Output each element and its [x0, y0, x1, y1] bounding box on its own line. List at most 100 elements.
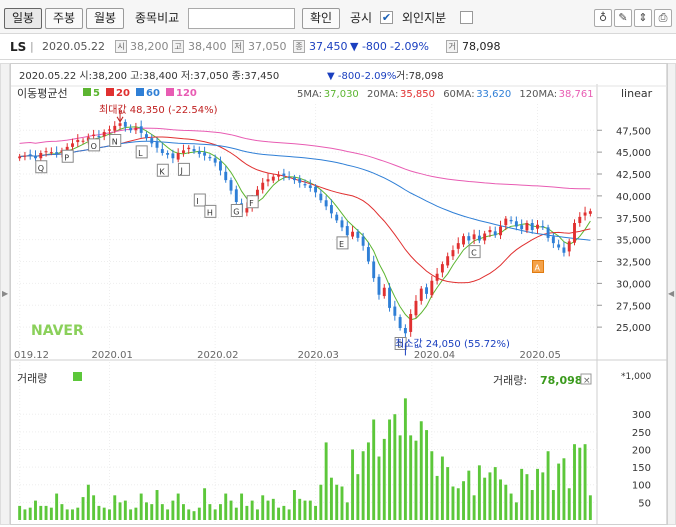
volume-bar	[55, 493, 59, 520]
volume-bar	[493, 467, 497, 520]
price-tick-label: 32,500	[616, 258, 651, 269]
volume-bar	[340, 486, 344, 520]
candle-body	[28, 154, 32, 156]
candle-body	[393, 306, 397, 316]
volume-bar	[81, 497, 85, 520]
volume-legend-swatch	[73, 372, 82, 381]
candle-body	[197, 151, 201, 154]
price-tick-label: 30,000	[616, 279, 651, 290]
change-pct: -2.09%	[390, 40, 429, 53]
open-icon: 시	[115, 40, 127, 53]
volume-bar	[261, 495, 265, 520]
volume-bar	[319, 484, 323, 520]
candle-body	[541, 226, 545, 228]
volume-bar	[483, 477, 487, 520]
volume-bar	[398, 435, 402, 520]
print-icon[interactable]: ⎙	[654, 9, 672, 27]
date-axis: 019.12 2020.01 2020.02 2020.03 2020.04 2020.0…	[14, 350, 561, 361]
candle-body	[499, 226, 502, 236]
chart-canvas[interactable]: QPO NLK JIH GFEDCA 25,00027,50030,00032,500…	[11, 64, 667, 524]
volume-bar	[255, 509, 259, 520]
volume-bar	[551, 490, 555, 520]
candle-body	[266, 179, 270, 182]
pattern-marker-label: E	[339, 240, 344, 249]
low-value: 37,050	[248, 40, 287, 53]
volume-bar	[514, 502, 518, 520]
candle-body	[166, 153, 170, 155]
candle-body	[160, 149, 164, 153]
candle-body	[451, 250, 455, 257]
volume-bar	[271, 498, 275, 520]
volume-bar	[292, 490, 296, 520]
ma-legend-label: 20	[116, 88, 130, 99]
volume-bar	[134, 507, 138, 520]
candle-body	[340, 220, 344, 228]
disclosure-checkbox[interactable]: ✔	[380, 11, 393, 24]
lightbulb-icon[interactable]: ♁	[594, 9, 612, 27]
volume-bar	[372, 419, 376, 520]
min-annotation: 최소값 24,050 (55.72%)	[395, 338, 510, 350]
candle-body	[514, 221, 518, 227]
price-tick-label: 40,000	[616, 192, 651, 203]
volume-bar	[361, 451, 365, 520]
candle-body	[23, 155, 27, 157]
volume-tick-label: 150	[632, 463, 651, 474]
volume-bar	[250, 500, 254, 520]
candle-body	[229, 180, 233, 191]
volume-bar	[298, 498, 302, 520]
volume-bar	[155, 490, 159, 520]
candle-body	[562, 247, 566, 253]
volume-bar	[166, 509, 170, 520]
candle-body	[155, 142, 159, 148]
week-candle-button[interactable]: 주봉	[45, 8, 83, 29]
candle-body	[398, 317, 402, 328]
volume-bar	[419, 421, 423, 520]
cursor-icon[interactable]: ⇕	[634, 9, 652, 27]
volume-bar	[113, 495, 117, 520]
chart-header-line: 2020.05.22 시:38,200 고:38,400 저:37,050 종:…	[19, 70, 279, 82]
ma-legend-swatch	[136, 88, 144, 96]
volume-bar	[240, 493, 244, 520]
candle-body	[203, 152, 207, 156]
candle-body	[34, 156, 37, 159]
volume-bar	[123, 500, 127, 520]
candle-body	[483, 233, 487, 241]
candle-body	[81, 140, 85, 142]
volume-bar	[456, 488, 460, 520]
date-tick-label: 2020.05	[520, 350, 561, 361]
date-tick-label: 2020.03	[298, 350, 339, 361]
volume-bar	[314, 505, 318, 520]
ma-legend-label: 5	[93, 88, 100, 99]
volume-bar	[488, 472, 492, 520]
left-scroll-handle[interactable]: ▶	[0, 63, 10, 525]
volume-bar	[388, 419, 392, 520]
volume-bar	[192, 511, 196, 520]
volume-bar	[440, 456, 444, 520]
day-candle-button[interactable]: 일봉	[4, 8, 42, 29]
volume-bar	[187, 509, 191, 520]
candle-body	[292, 177, 296, 181]
candle-body	[298, 178, 302, 183]
foreign-checkbox[interactable]	[460, 11, 473, 24]
scale-label[interactable]: linear	[621, 87, 653, 100]
ma-values: 5MA: 37,030 20MA: 35,850 60MA: 33,620 120MA: 38…	[297, 89, 594, 100]
candle-body	[557, 244, 561, 248]
date-tick-label: 2020.02	[197, 350, 238, 361]
volume-bar	[224, 493, 228, 520]
candle-body	[435, 273, 439, 281]
candle-body	[525, 223, 529, 231]
candle-body	[218, 161, 222, 171]
pen-icon[interactable]: ✎	[614, 9, 632, 27]
candle-body	[113, 125, 117, 131]
candle-body	[277, 174, 281, 177]
volume-bar	[588, 495, 592, 520]
volume-bar	[335, 484, 339, 520]
volume-bar	[245, 505, 249, 520]
volume-bar	[213, 509, 217, 520]
candle-body	[303, 184, 307, 186]
candle-body	[414, 300, 418, 316]
toolbar: 일봉 주봉 월봉 종목비교 확인 공시 ✔ 외인지분 ♁ ✎ ⇕ ⎙	[0, 0, 676, 34]
compare-input[interactable]	[188, 8, 295, 29]
confirm-button[interactable]: 확인	[302, 8, 340, 29]
month-candle-button[interactable]: 월봉	[86, 8, 124, 29]
